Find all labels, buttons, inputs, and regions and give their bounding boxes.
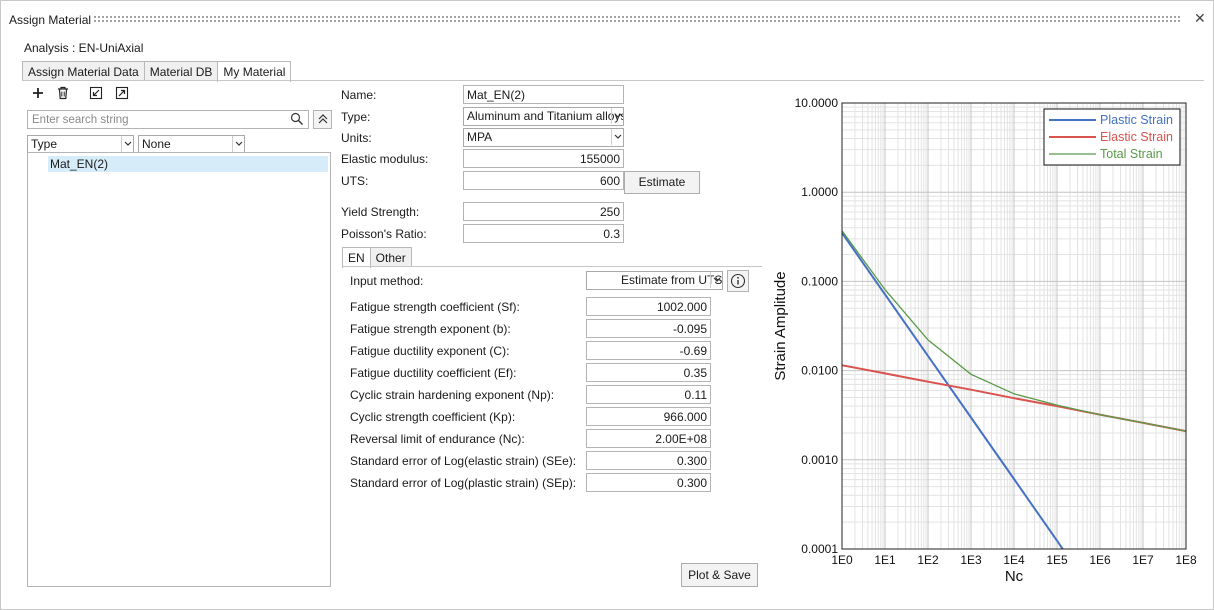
export-icon[interactable]	[113, 86, 131, 104]
units-label: Units:	[341, 131, 372, 145]
property-tabs: EN Other	[342, 247, 412, 268]
tab-assign-material-data[interactable]: Assign Material Data	[22, 61, 145, 81]
assign-material-window: Assign Material ✕ Analysis : EN-UniAxial…	[0, 0, 1214, 610]
tab-my-material[interactable]: My Material	[217, 61, 292, 82]
param-label: Fatigue strength exponent (b):	[350, 322, 511, 336]
search-input[interactable]	[28, 111, 284, 128]
filter-type-select[interactable]: Type	[27, 135, 134, 153]
chevron-down-icon	[124, 141, 132, 146]
uts-label: UTS:	[341, 174, 369, 188]
legend-entry: Plastic Strain	[1100, 113, 1173, 127]
tab-en[interactable]: EN	[342, 247, 371, 268]
y-tick-label: 1.0000	[801, 185, 838, 199]
elastic-modulus-field[interactable]: 155000	[463, 149, 624, 168]
poissons-ratio-label: Poisson's Ratio:	[341, 227, 427, 241]
search-icon[interactable]	[290, 112, 304, 126]
y-axis-label: Strain Amplitude	[772, 271, 789, 380]
x-tick-label: 1E1	[874, 553, 896, 567]
param-value-field[interactable]: 0.300	[586, 473, 711, 492]
subtab-divider	[342, 266, 762, 267]
x-axis-label: Nc	[1005, 568, 1024, 583]
drag-grip[interactable]	[93, 15, 1181, 23]
search-box	[27, 110, 309, 129]
units-value: MPA	[467, 130, 493, 144]
input-method-value: Estimate from UTS	[621, 273, 723, 287]
param-label: Fatigue ductility coefficient (Ef):	[350, 366, 517, 380]
param-value-field[interactable]: 0.300	[586, 451, 711, 470]
type-select[interactable]: Aluminum and Titanium alloys	[463, 107, 624, 126]
param-value-field[interactable]: 0.35	[586, 363, 711, 382]
yield-strength-field[interactable]: 250	[463, 202, 624, 221]
x-tick-label: 1E3	[960, 553, 982, 567]
name-label: Name:	[341, 88, 377, 102]
tab-material-db[interactable]: Material DB	[143, 61, 219, 81]
uts-field[interactable]: 600	[463, 171, 624, 190]
input-method-select[interactable]: Estimate from UTS	[586, 271, 723, 290]
legend-entry: Elastic Strain	[1100, 130, 1173, 144]
type-value: Aluminum and Titanium alloys	[467, 109, 624, 123]
y-tick-label: 10.0000	[795, 96, 839, 110]
param-value-field[interactable]: -0.69	[586, 341, 711, 360]
param-value-field[interactable]: 0.11	[586, 385, 711, 404]
main-tabs: Assign Material Data Material DB My Mate…	[22, 61, 292, 82]
param-value-field[interactable]: 966.000	[586, 407, 711, 426]
info-button[interactable]	[727, 270, 749, 292]
chevron-down-icon	[614, 113, 622, 118]
name-field[interactable]: Mat_EN(2)	[463, 85, 624, 104]
input-method-label: Input method:	[350, 274, 424, 288]
window-title: Assign Material	[9, 13, 92, 27]
info-icon	[730, 273, 746, 289]
x-tick-label: 1E0	[831, 553, 853, 567]
add-icon[interactable]	[29, 86, 47, 104]
analysis-label: Analysis : EN-UniAxial	[24, 41, 144, 55]
param-label: Cyclic strength coefficient (Kp):	[350, 410, 516, 424]
filter-value-select[interactable]: None	[138, 135, 245, 153]
type-label: Type:	[341, 110, 371, 124]
param-label: Standard error of Log(elastic strain) (S…	[350, 454, 577, 468]
x-tick-label: 1E4	[1003, 553, 1025, 567]
x-tick-label: 1E6	[1089, 553, 1111, 567]
param-label: Fatigue ductility exponent (C):	[350, 344, 510, 358]
param-label: Standard error of Log(plastic strain) (S…	[350, 476, 577, 490]
import-icon[interactable]	[87, 86, 105, 104]
collapse-up-icon[interactable]	[313, 110, 332, 129]
y-tick-label: 0.0100	[801, 364, 838, 378]
x-tick-label: 1E8	[1175, 553, 1197, 567]
plot-save-button[interactable]: Plot & Save	[681, 563, 758, 587]
filter-type-value: Type	[31, 137, 58, 151]
yield-strength-label: Yield Strength:	[341, 205, 420, 219]
x-tick-label: 1E5	[1046, 553, 1068, 567]
chevron-down-icon	[713, 277, 721, 282]
legend-entry: Total Strain	[1100, 147, 1163, 161]
material-list[interactable]: Mat_EN(2)	[27, 152, 331, 587]
param-label: Cyclic strain hardening exponent (Np):	[350, 388, 555, 402]
strain-life-chart: 0.0001 0.0010 0.0100 0.1000 1.0000 10.0000 1E0…	[767, 93, 1203, 586]
y-tick-label: 0.1000	[801, 274, 838, 288]
estimate-button[interactable]: Estimate	[624, 171, 700, 194]
tab-divider	[22, 80, 1204, 81]
list-item[interactable]: Mat_EN(2)	[48, 156, 328, 172]
filter-value: None	[142, 137, 171, 151]
param-value-field[interactable]: 2.00E+08	[586, 429, 711, 448]
x-tick-label: 1E2	[917, 553, 939, 567]
param-label: Reversal limit of endurance (Nc):	[350, 432, 525, 446]
tab-other[interactable]: Other	[369, 247, 412, 267]
x-tick-label: 1E7	[1132, 553, 1154, 567]
chevron-down-icon	[614, 134, 622, 139]
y-tick-label: 0.0010	[801, 453, 838, 467]
param-value-field[interactable]: -0.095	[586, 319, 711, 338]
title-bar[interactable]: Assign Material ✕	[1, 1, 1213, 37]
chart-svg: 0.00010.00100.01000.10001.000010.00001E0…	[772, 96, 1197, 585]
poissons-ratio-field[interactable]: 0.3	[463, 224, 624, 243]
delete-icon[interactable]	[54, 86, 72, 104]
param-label: Fatigue strength coefficient (Sf):	[350, 300, 520, 314]
chevron-down-icon	[235, 141, 243, 146]
elastic-modulus-label: Elastic modulus:	[341, 152, 429, 166]
units-select[interactable]: MPA	[463, 128, 624, 147]
param-value-field[interactable]: 1002.000	[586, 297, 711, 316]
close-icon[interactable]: ✕	[1194, 10, 1206, 27]
